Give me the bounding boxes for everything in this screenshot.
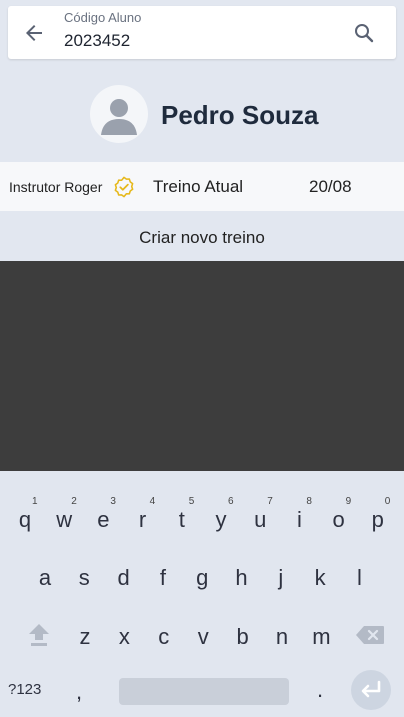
create-workout-label: Criar novo treino [139, 228, 265, 247]
key-label: o [332, 507, 345, 532]
key-label: b [236, 624, 249, 649]
instructor-name: Instrutor Roger [9, 179, 103, 195]
key-w[interactable]: 2w [45, 495, 83, 535]
workout-label: Treino Atual [153, 177, 244, 196]
key-hint: 1 [32, 496, 38, 507]
key-label: f [159, 565, 166, 590]
key-j[interactable]: j [262, 557, 300, 597]
key-k[interactable]: k [301, 557, 339, 597]
key-hint: 9 [345, 496, 352, 507]
search-button[interactable] [352, 21, 376, 45]
enter-key[interactable] [351, 670, 391, 710]
key-u[interactable]: 7u [241, 495, 279, 535]
key-e[interactable]: 3e [84, 495, 122, 535]
key-label: p [371, 507, 384, 532]
key-label: r [138, 507, 147, 532]
key-f[interactable]: f [144, 557, 182, 597]
search-icon [355, 24, 374, 43]
comma-key[interactable]: , [76, 679, 82, 705]
key-n[interactable]: n [263, 616, 301, 656]
key-label: k [314, 565, 326, 590]
person-icon [101, 99, 137, 135]
key-q[interactable]: 1q [6, 495, 44, 535]
key-c[interactable]: c [145, 616, 183, 656]
backspace-icon [356, 626, 384, 644]
key-b[interactable]: b [224, 616, 262, 656]
check-badge-icon [114, 176, 134, 198]
shift-icon [29, 624, 49, 646]
content-overlay [0, 261, 404, 471]
backspace-key[interactable] [355, 625, 385, 645]
key-hint: 4 [149, 496, 156, 507]
student-name: Pedro Souza [161, 100, 319, 130]
key-hint: 3 [110, 496, 116, 507]
period-key[interactable]: . [317, 677, 323, 703]
key-t[interactable]: 5t [163, 495, 201, 535]
key-label: m [312, 624, 331, 649]
key-label: h [235, 565, 248, 590]
key-label: x [118, 624, 130, 649]
key-label: v [197, 624, 209, 649]
search-header: Código Aluno [0, 0, 404, 69]
space-key[interactable] [119, 678, 289, 705]
student-profile: Pedro Souza [0, 69, 404, 162]
key-label: e [97, 507, 110, 532]
create-workout-button[interactable]: Criar novo treino [0, 211, 404, 261]
key-r[interactable]: 4r [124, 495, 162, 535]
key-label: c [158, 624, 170, 649]
symbols-key[interactable]: ?123 [8, 681, 41, 698]
key-m[interactable]: m [302, 616, 340, 656]
back-button[interactable] [22, 21, 46, 45]
key-hint: 2 [71, 496, 77, 507]
key-label: g [196, 565, 209, 590]
key-v[interactable]: v [184, 616, 222, 656]
key-hint: 6 [228, 496, 234, 507]
key-hint: 8 [306, 496, 312, 507]
arrow-left-icon [26, 25, 42, 41]
key-label: l [356, 565, 362, 590]
key-hint: 5 [188, 496, 195, 507]
key-x[interactable]: x [105, 616, 143, 656]
on-screen-keyboard: 1q2w3e4r5t6y7u8i9o0p asdfghjkl zxcvbnm ?… [0, 471, 404, 717]
key-p[interactable]: 0p [359, 495, 397, 535]
key-label: z [79, 624, 91, 649]
shift-key[interactable] [27, 622, 51, 648]
key-label: j [278, 565, 284, 590]
key-label: u [254, 507, 267, 532]
key-label: s [78, 565, 90, 590]
key-s[interactable]: s [65, 557, 103, 597]
student-code-label: Código Aluno [64, 10, 142, 25]
key-hint: 7 [267, 496, 273, 507]
key-i[interactable]: 8i [280, 495, 318, 535]
enter-icon [361, 680, 381, 698]
avatar [90, 85, 148, 143]
key-z[interactable]: z [66, 616, 104, 656]
key-d[interactable]: d [105, 557, 143, 597]
key-label: i [296, 507, 302, 532]
key-o[interactable]: 9o [320, 495, 358, 535]
key-y[interactable]: 6y [202, 495, 240, 535]
search-card: Código Aluno [8, 6, 396, 59]
key-label: t [178, 507, 185, 532]
key-label: q [18, 507, 32, 532]
student-code-input[interactable] [64, 30, 334, 52]
workout-date: 20/08 [309, 177, 352, 196]
current-workout-row[interactable]: Instrutor Roger Treino Atual 20/08 [0, 162, 404, 211]
key-label: w [56, 507, 73, 532]
key-l[interactable]: l [340, 557, 378, 597]
key-label: d [117, 565, 130, 590]
key-h[interactable]: h [223, 557, 261, 597]
key-label: a [38, 565, 52, 590]
key-label: n [275, 624, 289, 649]
key-a[interactable]: a [26, 557, 64, 597]
key-g[interactable]: g [183, 557, 221, 597]
key-label: y [215, 507, 227, 532]
key-hint: 0 [384, 496, 391, 507]
